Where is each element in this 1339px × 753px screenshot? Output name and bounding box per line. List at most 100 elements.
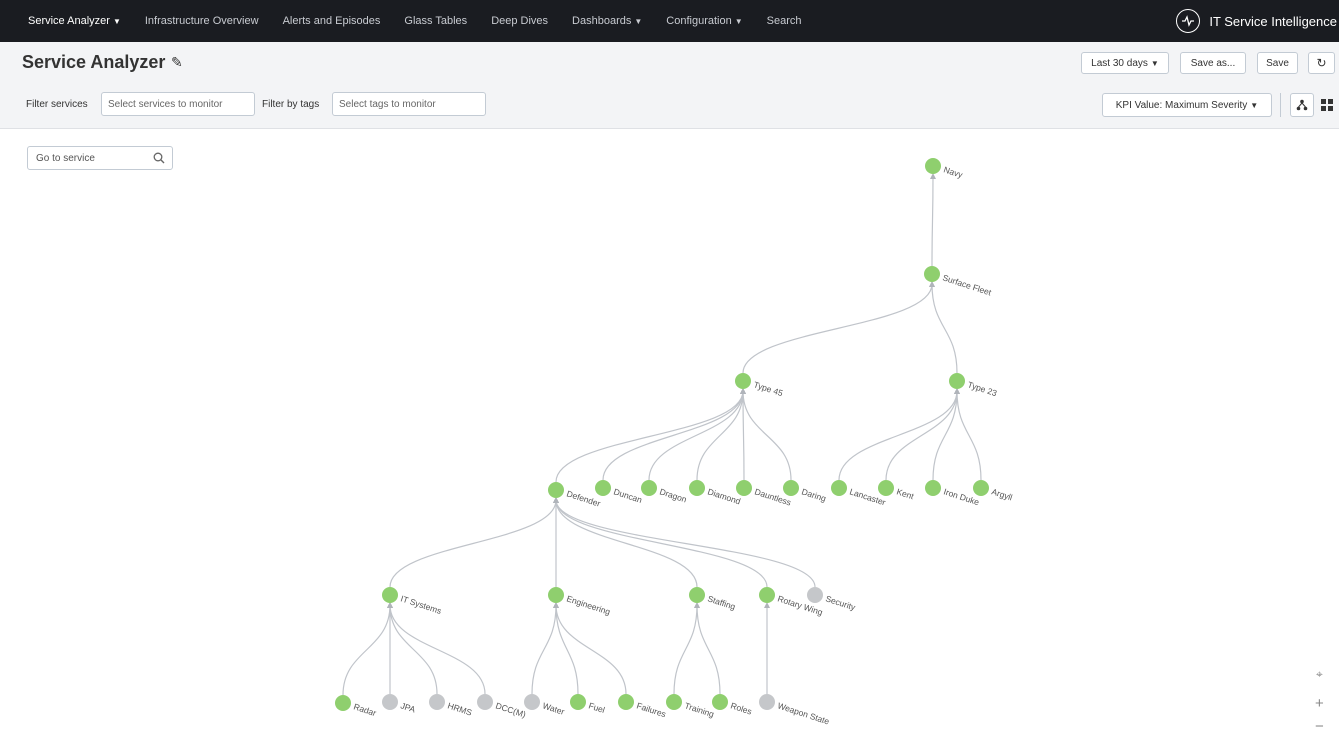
- service-node-failures[interactable]: Failures: [618, 694, 667, 719]
- service-node-label: Radar: [352, 701, 377, 718]
- nav-infrastructure-overview[interactable]: Infrastructure Overview: [133, 0, 271, 42]
- dependency-edge-security-to-defender: [553, 497, 816, 588]
- service-node-engineering[interactable]: Engineering: [548, 587, 612, 617]
- zoom-out-label: −: [1315, 718, 1324, 735]
- fit-to-screen-icon[interactable]: ⌖: [1316, 667, 1323, 682]
- save-button[interactable]: Save: [1257, 52, 1298, 74]
- service-node-circle[interactable]: [618, 694, 634, 710]
- service-node-circle[interactable]: [548, 587, 564, 603]
- service-node-circle[interactable]: [783, 480, 799, 496]
- service-node-circle[interactable]: [759, 694, 775, 710]
- nav-glass-tables[interactable]: Glass Tables: [392, 0, 479, 42]
- nav-service-analyzer[interactable]: Service Analyzer ▼: [0, 0, 133, 42]
- service-node-circle[interactable]: [735, 373, 751, 389]
- service-node-circle[interactable]: [477, 694, 493, 710]
- kpi-value-dropdown[interactable]: KPI Value: Maximum Severity ▼: [1102, 93, 1272, 117]
- filter-tags-input[interactable]: Select tags to monitor: [332, 92, 486, 116]
- heartbeat-icon: [1176, 9, 1201, 33]
- service-node-surface-fleet[interactable]: Surface Fleet: [924, 266, 993, 298]
- service-node-training[interactable]: Training: [666, 694, 716, 719]
- service-node-circle[interactable]: [548, 482, 564, 498]
- save-as-label: Save as...: [1190, 57, 1236, 69]
- service-node-staffing[interactable]: Staffing: [689, 587, 737, 612]
- nav-item-label: Infrastructure Overview: [144, 15, 259, 27]
- service-node-navy[interactable]: Navy: [925, 158, 965, 180]
- service-node-radar[interactable]: Radar: [335, 695, 378, 718]
- nav-item-label: Dashboards: [572, 15, 632, 27]
- service-node-circle[interactable]: [949, 373, 965, 389]
- zoom-in-button[interactable]: +: [1315, 695, 1324, 712]
- service-node-label: Duncan: [612, 486, 643, 505]
- filter-services-placeholder: Select services to monitor: [108, 98, 223, 110]
- service-node-roles[interactable]: Roles: [712, 694, 753, 717]
- service-node-circle[interactable]: [524, 694, 540, 710]
- service-node-circle[interactable]: [807, 587, 823, 603]
- go-to-service-input[interactable]: Go to service: [27, 146, 173, 170]
- service-node-label: Kent: [895, 486, 915, 501]
- service-node-lancaster[interactable]: Lancaster: [831, 480, 887, 507]
- tile-view-toggle[interactable]: [1318, 93, 1336, 117]
- caret-down-icon: ▼: [112, 16, 121, 26]
- service-node-label: Daring: [800, 486, 827, 503]
- service-node-circle[interactable]: [666, 694, 682, 710]
- service-node-circle[interactable]: [736, 480, 752, 496]
- kpi-value-label: KPI Value: Maximum Severity: [1115, 99, 1248, 111]
- service-node-fuel[interactable]: Fuel: [570, 694, 606, 715]
- service-node-circle[interactable]: [712, 694, 728, 710]
- caret-down-icon: ▼: [734, 16, 743, 26]
- nav-search[interactable]: Search: [755, 0, 814, 42]
- tree-view-toggle[interactable]: [1290, 93, 1314, 117]
- service-node-circle[interactable]: [689, 587, 705, 603]
- service-node-iron-duke[interactable]: Iron Duke: [925, 480, 981, 507]
- dependency-edge-surface-fleet-to-navy: [929, 173, 936, 267]
- zoom-out-button[interactable]: −: [1315, 718, 1324, 735]
- service-node-dauntless[interactable]: Dauntless: [736, 480, 792, 508]
- service-node-hrms[interactable]: HRMS: [429, 694, 474, 718]
- service-node-diamond[interactable]: Diamond: [689, 480, 742, 506]
- dependency-edge-dccm-to-it-systems: [387, 602, 486, 695]
- service-node-circle[interactable]: [595, 480, 611, 496]
- service-node-water[interactable]: Water: [524, 694, 566, 717]
- time-range-picker[interactable]: Last 30 days ▼: [1081, 52, 1169, 74]
- dependency-edge-training-to-staffing: [673, 602, 700, 695]
- refresh-button[interactable]: ↻: [1308, 52, 1335, 74]
- nav-deep-dives[interactable]: Deep Dives: [479, 0, 560, 42]
- dependency-edge-hrms-to-it-systems: [387, 602, 438, 695]
- service-node-circle[interactable]: [925, 480, 941, 496]
- page-header: Service Analyzer ✎ Last 30 days ▼ Save as…: [0, 42, 1339, 129]
- service-node-dccm[interactable]: DCC(M): [477, 694, 527, 720]
- service-node-circle[interactable]: [335, 695, 351, 711]
- dependency-edge-staffing-to-defender: [553, 497, 698, 588]
- service-node-label: Staffing: [706, 593, 737, 611]
- filter-services-input[interactable]: Select services to monitor: [101, 92, 255, 116]
- service-node-circle[interactable]: [689, 480, 705, 496]
- service-tree-canvas[interactable]: Navy Surface Fleet Type 45 Type 23 Defender D…: [0, 129, 1339, 753]
- nav-dashboards[interactable]: Dashboards ▼: [560, 0, 654, 42]
- service-node-circle[interactable]: [382, 587, 398, 603]
- service-node-label: Engineering: [565, 593, 611, 617]
- service-node-circle[interactable]: [831, 480, 847, 496]
- search-icon: [153, 152, 165, 164]
- service-node-weapon-state[interactable]: Weapon State: [759, 694, 831, 727]
- service-node-circle[interactable]: [641, 480, 657, 496]
- service-node-dragon[interactable]: Dragon: [641, 480, 688, 505]
- service-node-circle[interactable]: [382, 694, 398, 710]
- nav-configuration[interactable]: Configuration ▼: [654, 0, 754, 42]
- service-node-circle[interactable]: [925, 158, 941, 174]
- nav-alerts-and-episodes[interactable]: Alerts and Episodes: [271, 0, 393, 42]
- dependency-edge-roles-to-staffing: [694, 602, 721, 695]
- divider: [1280, 93, 1281, 117]
- filter-tags-placeholder: Select tags to monitor: [339, 98, 436, 110]
- service-node-circle[interactable]: [973, 480, 989, 496]
- service-node-circle[interactable]: [759, 587, 775, 603]
- service-node-jpa[interactable]: JPA: [382, 694, 417, 715]
- service-node-circle[interactable]: [924, 266, 940, 282]
- save-as-button[interactable]: Save as...: [1180, 52, 1246, 74]
- service-node-circle[interactable]: [570, 694, 586, 710]
- service-node-circle[interactable]: [878, 480, 894, 496]
- pencil-icon[interactable]: ✎: [171, 54, 183, 71]
- service-node-circle[interactable]: [429, 694, 445, 710]
- service-node-duncan[interactable]: Duncan: [595, 480, 644, 505]
- service-node-label: Dragon: [658, 486, 688, 504]
- app-brand[interactable]: IT Service Intelligence: [1176, 0, 1339, 42]
